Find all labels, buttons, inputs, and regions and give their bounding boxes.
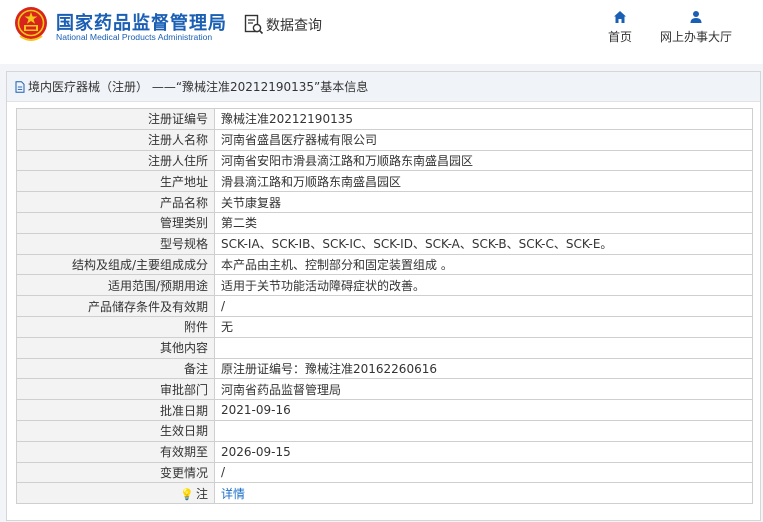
device-info-panel: 境内医疗器械（注册） ——“豫械注准20212190135”基本信息 注册证编号… <box>6 71 761 521</box>
field-label: 注册证编号 <box>16 108 215 130</box>
field-value <box>214 336 753 359</box>
field-value: 河南省盛昌医疗器械有限公司 <box>214 128 753 151</box>
field-label: 产品名称 <box>16 191 215 213</box>
field-label: 产品储存条件及有效期 <box>16 295 215 317</box>
field-value: 本产品由主机、控制部分和固定装置组成 。 <box>214 253 753 276</box>
field-label: 注册人名称 <box>16 128 215 151</box>
field-label: 备注 <box>16 357 215 380</box>
table-row: 备注 原注册证编号：豫械注准20162260616 <box>16 357 753 380</box>
document-icon <box>15 80 25 93</box>
table-row: 批准日期 2021-09-16 <box>16 399 753 421</box>
data-query-link[interactable]: 数据查询 <box>244 14 322 36</box>
field-label: 附件 <box>16 315 215 338</box>
field-value: / <box>214 295 753 317</box>
field-value: 适用于关节功能活动障碍症状的改善。 <box>214 274 753 297</box>
table-row: 其他内容 <box>16 336 753 359</box>
nav-home-label: 首页 <box>607 30 632 44</box>
national-emblem-logo <box>15 7 47 41</box>
table-row: 变更情况 / <box>16 461 753 484</box>
field-value: 豫械注准20212190135 <box>214 108 753 130</box>
table-row: 生效日期 <box>16 419 753 442</box>
lightbulb-icon: 💡 <box>180 487 194 501</box>
field-label: 注册人住所 <box>16 149 215 172</box>
table-row: 审批部门 河南省药品监督管理局 <box>16 378 753 401</box>
note-label-cell: 💡 注 <box>16 482 215 505</box>
field-label: 有效期至 <box>16 440 215 463</box>
table-row: 产品储存条件及有效期 / <box>16 295 753 317</box>
nav-online-office[interactable]: 网上办事大厅 <box>656 10 736 45</box>
table-row: 适用范围/预期用途 适用于关节功能活动障碍症状的改善。 <box>16 274 753 297</box>
field-label: 变更情况 <box>16 461 215 484</box>
field-value: 2026-09-15 <box>214 440 753 463</box>
field-label: 其他内容 <box>16 336 215 359</box>
field-value: 原注册证编号：豫械注准20162260616 <box>214 357 753 380</box>
field-value: 第二类 <box>214 211 753 234</box>
table-row: 注册人住所 河南省安阳市滑县滴江路和万顺路东南盛昌园区 <box>16 149 753 172</box>
details-link[interactable]: 详情 <box>221 487 245 501</box>
field-label: 结构及组成/主要组成成分 <box>16 253 215 276</box>
agency-title-en: National Medical Products Administration <box>56 32 213 42</box>
nav-home[interactable]: 首页 <box>604 10 636 45</box>
field-label: 生产地址 <box>16 170 215 193</box>
table-row: 管理类别 第二类 <box>16 211 753 234</box>
table-row: 生产地址 滑县滴江路和万顺路东南盛昌园区 <box>16 170 753 193</box>
nav-online-office-label: 网上办事大厅 <box>659 30 732 44</box>
table-row: 注册人名称 河南省盛昌医疗器械有限公司 <box>16 128 753 151</box>
field-value: 河南省安阳市滑县滴江路和万顺路东南盛昌园区 <box>214 149 753 172</box>
field-value: 2021-09-16 <box>214 399 753 421</box>
field-value: 滑县滴江路和万顺路东南盛昌园区 <box>214 170 753 193</box>
table-row: 产品名称 关节康复器 <box>16 191 753 213</box>
home-icon <box>614 11 626 23</box>
field-label: 审批部门 <box>16 378 215 401</box>
field-value: 关节康复器 <box>214 191 753 213</box>
field-value <box>214 419 753 442</box>
field-label: 管理类别 <box>16 211 215 234</box>
field-label: 生效日期 <box>16 419 215 442</box>
field-label: 型号规格 <box>16 232 215 255</box>
field-value: SCK-ⅠA、SCK-ⅠB、SCK-ⅠC、SCK-ⅠD、SCK-A、SCK-B、… <box>214 232 753 255</box>
table-row: 结构及组成/主要组成成分 本产品由主机、控制部分和固定装置组成 。 <box>16 253 753 276</box>
table-row: 注册证编号 豫械注准20212190135 <box>16 108 753 130</box>
table-row: 有效期至 2026-09-15 <box>16 440 753 463</box>
note-value-cell: 详情 <box>214 482 753 505</box>
site-header: 国家药品监督管理局 National Medical Products Admi… <box>0 0 763 64</box>
data-query-label: 数据查询 <box>266 18 322 34</box>
field-value: 河南省药品监督管理局 <box>214 378 753 401</box>
device-info-table: 注册证编号 豫械注准20212190135 注册人名称 河南省盛昌医疗器械有限公司 注册… <box>16 108 753 505</box>
table-row: 附件无 <box>16 315 753 338</box>
field-value: 无 <box>214 315 753 338</box>
table-row: 型号规格 SCK-ⅠA、SCK-ⅠB、SCK-ⅠC、SCK-ⅠD、SCK-A、SC… <box>16 232 753 255</box>
field-value: / <box>214 461 753 484</box>
note-label: 注 <box>195 486 208 501</box>
data-query-icon <box>244 14 264 35</box>
note-row: 💡 注详情 <box>16 482 753 505</box>
user-icon <box>690 11 702 23</box>
panel-title-bar: 境内医疗器械（注册） ——“豫械注准20212190135”基本信息 <box>7 72 760 102</box>
panel-title: 境内医疗器械（注册） ——“豫械注准20212190135”基本信息 <box>28 80 369 94</box>
field-label: 适用范围/预期用途 <box>16 274 215 297</box>
field-label: 批准日期 <box>16 399 215 421</box>
